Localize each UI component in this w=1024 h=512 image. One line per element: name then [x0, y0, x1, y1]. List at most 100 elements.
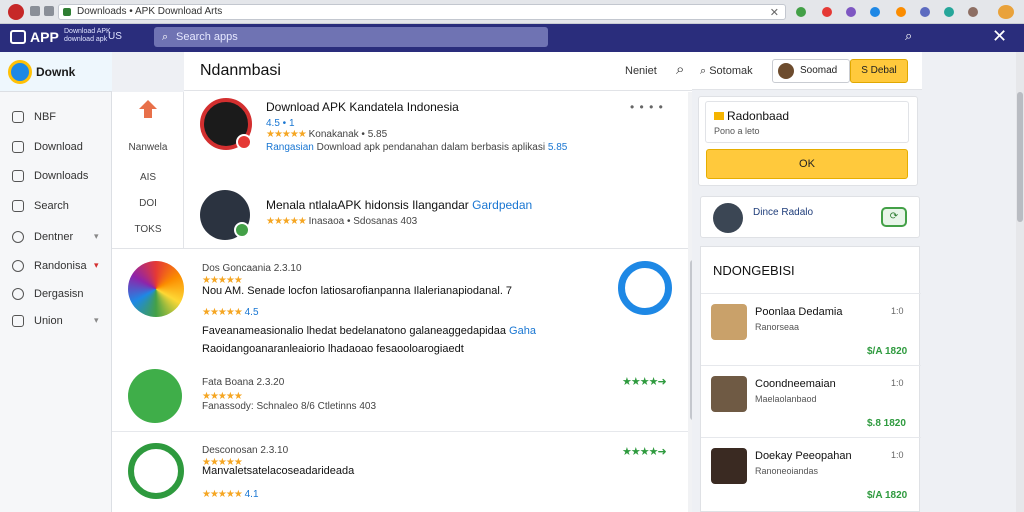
region-tag[interactable]: US: [108, 31, 122, 42]
chevron-down-icon[interactable]: ▾: [94, 231, 99, 242]
featured-meta: ★★★★★ Inasaoa • Sdosanas 403: [266, 216, 417, 227]
category-item[interactable]: Nanwela: [112, 142, 184, 153]
search-icon[interactable]: ⌕: [676, 61, 684, 78]
page-scrollbar[interactable]: [1016, 52, 1024, 512]
extension-green-icon[interactable]: [796, 7, 806, 17]
sidebar-item-dentner[interactable]: Dentner ▾: [0, 226, 112, 250]
refresh-toggle-icon[interactable]: ⟳: [881, 207, 907, 227]
app-icon[interactable]: [128, 261, 184, 317]
sidebar-item-download[interactable]: Download: [0, 136, 112, 160]
download-info: Radonbaad Pono a leto: [705, 101, 909, 143]
right-panel: ⌕ Sotomak Soomad S Debal Radonbaad Pono …: [692, 52, 922, 512]
app-version: Desconosan 2.3.10: [202, 445, 289, 456]
app-rating: ★★★★★ 4.5: [202, 307, 259, 318]
category-item[interactable]: DOI: [112, 198, 184, 209]
chevron-down-icon[interactable]: ▾: [94, 315, 99, 326]
hot-badge-icon: [236, 134, 252, 150]
ok-button[interactable]: OK: [706, 149, 908, 179]
extension-brown-icon[interactable]: [968, 7, 978, 17]
sidebar-item-nbf[interactable]: NBF: [0, 106, 112, 130]
sort-label[interactable]: ⌕ Sotomak: [700, 65, 753, 78]
featured-title[interactable]: Download APK Kandatela Indonesia: [266, 100, 459, 114]
description-text: Faveanameasionalio lhedat bedelanatono g…: [202, 325, 506, 337]
telegram-app-icon[interactable]: [618, 261, 672, 315]
subscribe-button[interactable]: Soomad: [772, 59, 850, 83]
extension-blue-icon[interactable]: [870, 7, 880, 17]
list-item[interactable]: Fata Boana 2.3.20 ★★★★★ Fanassody: Schna…: [112, 359, 690, 429]
close-icon[interactable]: ✕: [992, 26, 1007, 47]
extension-purple-icon[interactable]: [846, 7, 856, 17]
list-item[interactable]: Dos Goncaania 2.3.10 ★★★★★ Nou AM. Senad…: [112, 249, 690, 355]
featured-title-link[interactable]: Gardpedan: [472, 198, 532, 212]
app-description-2: Raoidangoanaranleaiorio lhadaoao fesaool…: [202, 343, 464, 355]
extension-teal-icon[interactable]: [944, 7, 954, 17]
app-list: Dos Goncaania 2.3.10 ★★★★★ Nou AM. Senad…: [112, 248, 690, 512]
forward-icon[interactable]: [44, 6, 54, 16]
search-button-icon[interactable]: ⌕: [905, 28, 912, 44]
recommendation-item[interactable]: Coondneemaian Maelaolanbaod 1:0 $.8 1820: [701, 365, 921, 437]
app-icon[interactable]: [128, 369, 182, 423]
app-version: Fata Boana 2.3.20: [202, 377, 285, 388]
detail-button[interactable]: S Debal: [850, 59, 908, 83]
recommendation-item[interactable]: Poonlaa Dedamia Ranorseaa 1:0 $/A 1820: [701, 293, 921, 365]
sidebar-item-union[interactable]: Union ▾: [0, 310, 112, 334]
featured-app-2[interactable]: Menala ntlalaAPK hidonsis Ilangandar Gar…: [200, 190, 686, 250]
address-text: Downloads • APK Download Arts: [77, 6, 223, 17]
back-icon[interactable]: [30, 6, 40, 16]
featured-app-1[interactable]: Download APK Kandatela Indonesia • • • •…: [200, 98, 686, 158]
rec-price: $/A 1820: [867, 490, 908, 501]
app-icon[interactable]: [128, 443, 184, 499]
address-clear-icon[interactable]: ✕: [770, 6, 779, 19]
app-brand[interactable]: APP: [10, 29, 59, 45]
user-card[interactable]: Dince Radalo ⟳: [700, 196, 920, 238]
sidebar-item-label: Dentner: [34, 231, 74, 243]
download-title-text: Radonbaad: [727, 109, 790, 123]
scrollbar-thumb[interactable]: [1017, 92, 1023, 222]
verified-badge-icon: [234, 222, 250, 238]
search-icon: ⌕: [162, 31, 169, 43]
page-title: Ndanmbasi: [200, 62, 281, 79]
sort-label-text: Sotomak: [709, 65, 753, 77]
sidebar-item-label: Randonisa: [34, 260, 87, 272]
rating-value: 4.5: [244, 307, 259, 318]
list-item[interactable]: Desconosan 2.3.10 ★★★★★ Manvaletsatelaco…: [112, 437, 690, 512]
extension-indigo-icon[interactable]: [920, 7, 930, 17]
search-box[interactable]: ⌕: [154, 27, 548, 47]
home-icon[interactable]: [138, 100, 158, 120]
sidebar-item-label: Search: [34, 200, 69, 212]
description-text: Download apk pendanahan dalam berbasis a…: [316, 142, 546, 153]
install-rating-button[interactable]: ★★★★➜: [622, 375, 667, 388]
download-subtitle: Pono a leto: [714, 126, 760, 136]
extension-orange-icon[interactable]: [896, 7, 906, 17]
app-subtitle-line2: download apk: [64, 36, 108, 43]
chevron-down-icon[interactable]: ▾: [94, 260, 99, 271]
rec-name[interactable]: Poonlaa Dedamia: [755, 306, 842, 318]
app-brand-text: APP: [30, 29, 59, 45]
sidebar-item-search[interactable]: Search: [0, 195, 112, 219]
search-input[interactable]: [176, 29, 536, 45]
sidebar-item-randonisa[interactable]: Randonisa ▾: [0, 255, 112, 279]
user-name[interactable]: Dince Radalo: [753, 207, 813, 218]
sort-newest-link[interactable]: Neniet: [625, 65, 657, 77]
app-rating: ★★★★★ 4.1: [202, 489, 259, 500]
featured-title[interactable]: Menala ntlalaAPK hidonsis Ilangandar Gar…: [266, 198, 532, 212]
category-item[interactable]: AIS: [112, 172, 184, 183]
profile-avatar[interactable]: [998, 5, 1014, 19]
recommendation-item[interactable]: Doekay Peeopahan Ranoneoiandas 1:0 $/A 1…: [701, 437, 921, 509]
rec-desc: Maelaolanbaod: [755, 394, 817, 404]
install-rating-button[interactable]: ★★★★➜: [622, 445, 667, 458]
description-link[interactable]: Rangasian: [266, 142, 314, 153]
browser-logo-icon[interactable]: [8, 4, 24, 20]
address-bar[interactable]: Downloads • APK Download Arts ✕: [58, 4, 786, 20]
app-subtitle-line1: Download APK: [64, 28, 111, 35]
app-subtitle: Download APK download apk: [64, 28, 111, 44]
sidebar-brand[interactable]: Downk: [0, 52, 112, 92]
rec-name[interactable]: Doekay Peeopahan: [755, 450, 852, 462]
sidebar-item-dergasisn[interactable]: Dergasisn: [0, 283, 112, 307]
more-options-icon[interactable]: • • • •: [630, 100, 664, 114]
description-link[interactable]: Gaha: [509, 325, 536, 337]
sidebar-item-downloads[interactable]: Downloads: [0, 165, 112, 189]
category-item[interactable]: TOKS: [112, 224, 184, 235]
rec-name[interactable]: Coondneemaian: [755, 378, 836, 390]
extension-red-icon[interactable]: [822, 7, 832, 17]
